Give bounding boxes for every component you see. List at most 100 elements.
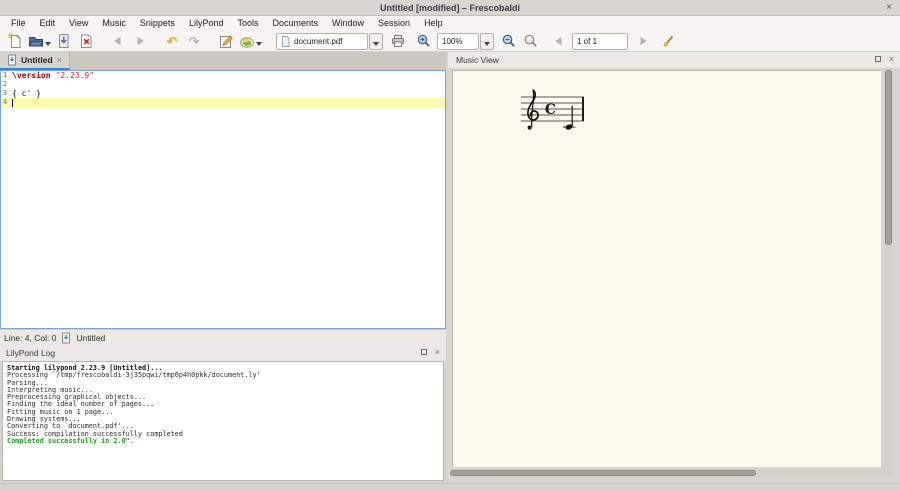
line-number: 1 [1,71,12,80]
document-dropdown-caret [373,42,379,46]
document-selector-dropdown[interactable] [369,33,383,50]
menu-file[interactable]: File [4,16,33,31]
menu-music[interactable]: Music [95,16,133,31]
undo-button[interactable]: ↶ [163,32,181,50]
page-indicator-field[interactable]: 1 of 1 [572,33,628,50]
magnifier-icon [523,33,539,49]
code-line: 1 \version"2.23.9" [1,71,445,80]
cursor-position: Line: 4, Col: 0 [4,333,56,343]
redo-icon: ↷ [189,35,200,48]
quarter-note[interactable] [565,106,573,130]
back-icon [111,34,125,48]
music-view-vertical-scrollbar[interactable] [884,68,893,477]
editor-pane: Untitled × 1 \version"2.23.9" 2 3 { c' }… [0,52,446,483]
zoom-out-icon [501,33,517,49]
page-indicator-value: 1 of 1 [577,37,623,46]
open-folder-icon [28,33,44,49]
menu-help[interactable]: Help [417,16,450,31]
next-page-icon [636,34,650,48]
music-view-pane: Music View × [448,52,900,483]
log-close-icon[interactable]: × [435,348,440,356]
music-view-horizontal-scrollbar[interactable] [450,469,893,477]
magic-wand-icon [661,33,677,49]
menu-window[interactable]: Window [325,16,371,31]
lilypond-log-output[interactable]: Starting lilypond 2.23.9 [Untitled]... P… [2,361,444,481]
code-line: 2 [1,80,445,89]
next-page-button[interactable] [634,32,652,50]
title-bar: Untitled [modified] – Frescobaldi × [0,0,900,16]
go-back-button[interactable] [109,32,127,50]
log-panel-title: LilyPond Log [6,348,55,358]
save-icon [56,33,72,49]
status-document-name: Untitled [76,333,105,343]
previous-page-icon [552,34,566,48]
zoom-in-icon [416,33,432,49]
forward-icon [133,34,147,48]
magnifier-button[interactable] [522,32,540,50]
score-page[interactable]: C [452,70,881,467]
lilypond-dropdown-caret[interactable] [256,42,262,46]
redo-button[interactable]: ↷ [185,32,203,50]
zoom-out-button[interactable] [500,32,518,50]
code-editor[interactable]: 1 \version"2.23.9" 2 3 { c' } 4 [0,70,446,329]
zoom-selector[interactable]: 100% [437,33,479,50]
window-close-icon[interactable]: × [886,1,892,15]
close-document-icon [78,33,94,49]
document-tab-bar: Untitled × [0,52,446,70]
time-signature-glyph: C [545,102,556,118]
line-number: 3 [1,89,12,98]
open-document-button[interactable] [28,32,51,50]
document-selector[interactable]: document.pdf [276,33,368,50]
music-view-header: Music View × [448,52,900,68]
lilypond-icon [239,33,255,49]
log-float-icon[interactable] [421,349,427,355]
music-view-float-icon[interactable] [875,56,881,62]
engraved-score: C [519,87,587,139]
new-document-button[interactable] [6,32,24,50]
music-view-content: C [448,68,900,483]
editor-status-bar: Line: 4, Col: 0 Untitled [0,329,446,345]
tab-untitled[interactable]: Untitled × [0,52,70,70]
previous-page-button[interactable] [550,32,568,50]
engrave-button[interactable] [217,32,235,50]
menu-lilypond[interactable]: LilyPond [182,16,231,31]
undo-icon: ↶ [167,35,178,48]
menu-documents[interactable]: Documents [265,16,325,31]
go-forward-button[interactable] [131,32,149,50]
save-document-button[interactable] [55,32,73,50]
code-line: 3 { c' } [1,89,445,98]
tab-close-icon[interactable]: × [57,55,62,65]
lilypond-button[interactable] [239,32,262,50]
menu-bar: File Edit View Music Snippets LilyPond T… [0,16,900,31]
music-view-title: Music View [456,55,499,65]
line-number: 4 [1,98,12,107]
final-barline [582,97,584,121]
tab-label: Untitled [21,55,53,65]
open-dropdown-caret[interactable] [45,42,51,46]
horizontal-scrollbar-thumb[interactable] [450,470,756,476]
menu-session[interactable]: Session [371,16,417,31]
log-success-line: Completed successfully in 2.0". [7,438,439,445]
zoom-in-button[interactable] [415,32,433,50]
print-button[interactable] [389,32,407,50]
zoom-selector-dropdown[interactable] [480,33,494,50]
jump-to-cursor-button[interactable] [660,32,678,50]
document-icon [281,36,290,47]
document-selector-value: document.pdf [294,37,363,46]
menu-tools[interactable]: Tools [230,16,265,31]
print-icon [390,33,406,49]
music-expression: { c' } [12,89,41,98]
vertical-scrollbar-thumb[interactable] [885,70,892,245]
modified-document-icon [7,54,17,66]
music-view-close-icon[interactable]: × [889,55,894,63]
menu-view[interactable]: View [62,16,95,31]
new-document-icon [7,33,23,49]
line-number: 2 [1,80,12,89]
menu-edit[interactable]: Edit [33,16,63,31]
menu-snippets[interactable]: Snippets [133,16,182,31]
current-code-line: 4 [1,98,445,107]
status-document-icon [61,332,71,344]
zoom-dropdown-caret [484,42,490,46]
edit-pencil-icon [218,33,234,49]
close-document-button[interactable] [77,32,95,50]
